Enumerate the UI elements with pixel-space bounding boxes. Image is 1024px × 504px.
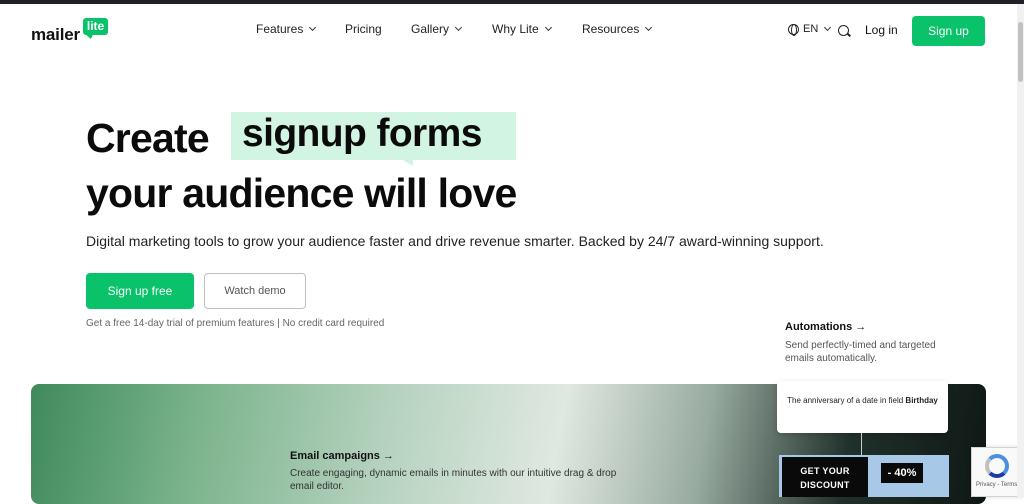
nav-features[interactable]: Features (256, 22, 317, 36)
workflow-connector (861, 433, 862, 455)
nav-gallery-label: Gallery (411, 22, 450, 36)
headline-highlight: signup forms (242, 112, 482, 155)
logo-badge: lite (82, 18, 109, 35)
headline-start: Create (86, 115, 210, 161)
nav-why-lite-label: Why Lite (492, 22, 539, 36)
nav-pricing[interactable]: Pricing (345, 22, 382, 36)
logo-word: mailer (31, 25, 80, 44)
login-link[interactable]: Log in (865, 23, 898, 37)
automation-trigger-card: The anniversary of a date in field Birth… (777, 381, 948, 433)
nav-pricing-label: Pricing (345, 22, 382, 36)
browser-top-edge (0, 0, 1024, 4)
discount-email-preview: GET YOUR DISCOUNT - 40% (779, 455, 949, 497)
hero-subtitle: Digital marketing tools to grow your aud… (86, 233, 824, 249)
globe-icon (788, 23, 799, 36)
chevron-down-icon (645, 23, 653, 32)
nav-why-lite[interactable]: Why Lite (492, 22, 552, 36)
nav-resources-label: Resources (582, 22, 640, 36)
automations-description: Send perfectly-timed and targeted emails… (785, 340, 936, 364)
signup-button[interactable]: Sign up (912, 16, 985, 46)
page-scrollbar[interactable] (1017, 4, 1024, 497)
chevron-down-icon (309, 23, 317, 32)
scrollbar-thumb[interactable] (1018, 22, 1023, 82)
email-campaigns-link[interactable]: Email campaigns → (290, 450, 394, 462)
chevron-down-icon (454, 23, 463, 32)
headline-end: your audience will love (86, 170, 517, 216)
trigger-text: The anniversary of a date in field (787, 396, 904, 405)
trigger-field: Birthday (905, 396, 938, 405)
discount-percent: - 40% (881, 463, 923, 483)
watch-demo-button[interactable]: Watch demo (204, 273, 306, 309)
nav-gallery[interactable]: Gallery (411, 22, 463, 36)
automations-link[interactable]: Automations → (785, 321, 866, 333)
language-selector[interactable]: EN (788, 23, 832, 36)
recaptcha-links[interactable]: Privacy - Terms (976, 482, 1017, 488)
nav-features-label: Features (256, 22, 304, 36)
recaptcha-icon (985, 454, 1009, 478)
email-campaigns-description: Create engaging, dynamic emails in minut… (290, 468, 617, 492)
nav-resources[interactable]: Resources (582, 22, 653, 36)
chevron-down-icon (824, 23, 832, 32)
discount-line-1: GET YOUR (800, 466, 850, 476)
discount-banner: GET YOUR DISCOUNT (782, 457, 868, 497)
language-label: EN (803, 23, 819, 35)
mailerlite-logo[interactable]: mailer lite (31, 17, 109, 45)
trial-note: Get a free 14-day trial of premium featu… (86, 318, 385, 329)
discount-line-2: DISCOUNT (800, 480, 850, 490)
chevron-down-icon (544, 23, 552, 32)
search-icon[interactable] (838, 25, 849, 36)
signup-free-button[interactable]: Sign up free (86, 273, 194, 309)
